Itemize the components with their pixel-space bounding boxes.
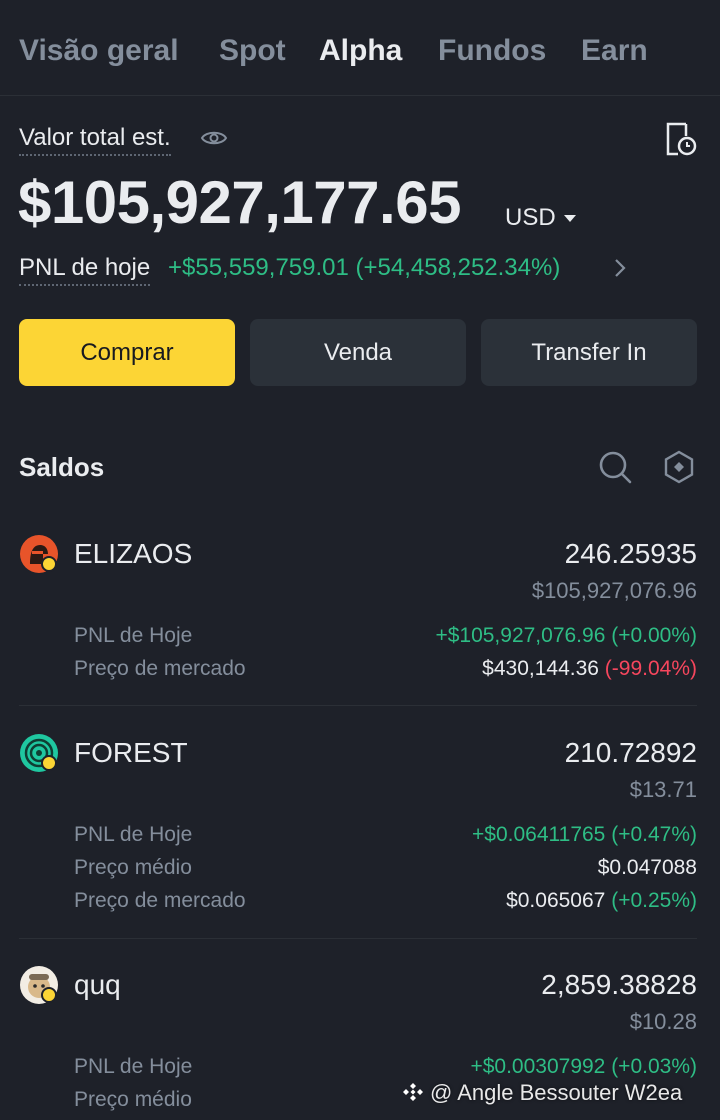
quq-coin-icon — [20, 966, 58, 1004]
chevron-right-icon[interactable] — [612, 257, 628, 279]
binance-logo-icon — [403, 1083, 423, 1101]
market-price-change: (+0.25%) — [611, 889, 697, 912]
pnl-today-row-label: PNL de Hoje — [74, 624, 193, 647]
pnl-today-row-value: +$0.00307992 (+0.03%) — [470, 1055, 697, 1078]
history-icon[interactable] — [662, 121, 698, 157]
elizaos-coin-icon — [20, 535, 58, 573]
market-price-row-label: Preço de mercado — [74, 889, 246, 912]
average-price-row-label: Preço médio — [74, 1088, 192, 1111]
watermark: @ Angle Bessouter W2ea — [402, 1080, 682, 1106]
total-value: $105,927,177.65 — [18, 169, 461, 236]
tab-spot[interactable]: Spot — [219, 34, 286, 68]
tab-funds[interactable]: Fundos — [438, 34, 546, 68]
pnl-today-label[interactable]: PNL de hoje — [19, 254, 151, 286]
search-icon[interactable] — [597, 449, 633, 485]
market-price-row-label: Preço de mercado — [74, 657, 246, 680]
eye-icon[interactable] — [200, 126, 228, 150]
asset-item-forest[interactable]: FOREST 210.72892 $13.71 PNL de Hoje +$0.… — [0, 719, 720, 939]
average-price-row-value: $0.047088 — [597, 856, 697, 879]
tab-overview[interactable]: Visão geral — [19, 34, 179, 68]
pnl-today-value[interactable]: +$55,559,759.01 (+54,458,252.34%) — [168, 254, 560, 282]
pnl-today-row-value: +$105,927,076.96 (+0.00%) — [435, 624, 697, 647]
market-price-value: $430,144.36 — [482, 657, 599, 680]
settings-hex-icon[interactable] — [663, 450, 695, 484]
watermark-text: @ Angle Bessouter W2ea — [430, 1080, 683, 1105]
pnl-today-row-value: +$0.06411765 (+0.47%) — [472, 823, 697, 846]
average-price-row-label: Preço médio — [74, 856, 192, 879]
pnl-today-row-label: PNL de Hoje — [74, 823, 193, 846]
coin-amount: 2,859.38828 — [541, 969, 697, 1000]
tab-alpha[interactable]: Alpha — [319, 34, 402, 68]
sell-button[interactable]: Venda — [250, 319, 466, 386]
coin-usd-value: $13.71 — [629, 777, 697, 802]
coin-name: ELIZAOS — [74, 538, 193, 569]
currency-label: USD — [505, 204, 556, 231]
divider — [19, 938, 697, 939]
market-price-change: (-99.04%) — [604, 657, 697, 680]
forest-coin-icon — [20, 734, 58, 772]
portfolio-tabs: Visão geral Spot Alpha Fundos Earn — [0, 0, 720, 96]
market-price-row-value: $0.065067 (+0.25%) — [506, 889, 697, 913]
market-price-row-value: $430,144.36 (-99.04%) — [482, 657, 697, 681]
tab-earn[interactable]: Earn — [581, 34, 648, 68]
coin-name: FOREST — [74, 737, 188, 768]
currency-selector[interactable]: USD — [505, 204, 576, 232]
market-price-value: $0.065067 — [506, 889, 606, 912]
coin-amount: 210.72892 — [564, 737, 697, 768]
pnl-today-row-label: PNL de Hoje — [74, 1055, 193, 1078]
balances-title: Saldos — [19, 452, 105, 482]
coin-usd-value: $105,927,076.96 — [531, 578, 697, 603]
total-value-label[interactable]: Valor total est. — [19, 124, 171, 156]
coin-amount: 246.25935 — [564, 538, 697, 569]
coin-usd-value: $10.28 — [629, 1009, 697, 1034]
transfer-in-button[interactable]: Transfer In — [481, 319, 697, 386]
divider — [19, 705, 697, 706]
caret-down-icon — [563, 215, 576, 223]
asset-item-elizaos[interactable]: ELIZAOS 246.25935 $105,927,076.96 PNL de… — [0, 520, 720, 710]
coin-name: quq — [74, 969, 121, 1000]
buy-button[interactable]: Comprar — [19, 319, 235, 386]
